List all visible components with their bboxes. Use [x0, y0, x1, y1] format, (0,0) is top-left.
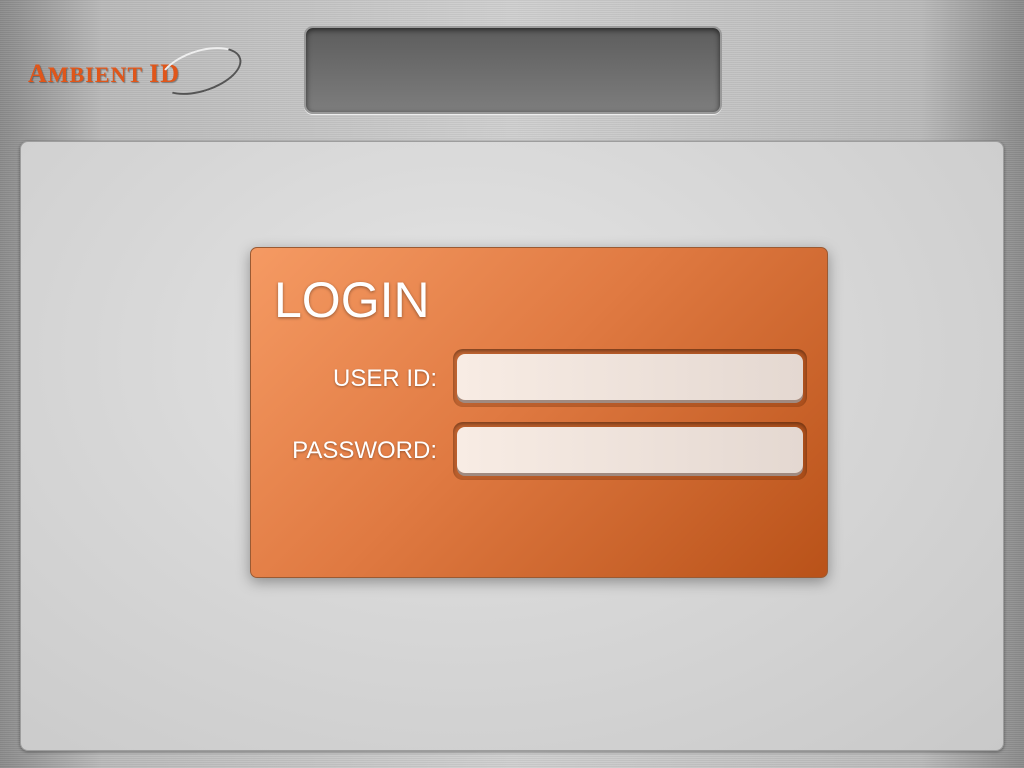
login-panel: LOGIN USER ID: PASSWORD:: [250, 247, 828, 578]
user-id-well: [453, 349, 807, 407]
login-title: LOGIN: [274, 272, 430, 328]
password-well: [453, 422, 807, 480]
logo-swoosh-icon: [153, 37, 248, 105]
password-label: PASSWORD:: [292, 437, 437, 464]
password-input[interactable]: [457, 427, 803, 473]
user-id-input[interactable]: [457, 354, 803, 400]
status-display: [304, 26, 722, 114]
ambient-id-logo: AMBIENT ID: [28, 37, 248, 105]
user-id-label: USER ID:: [332, 365, 437, 392]
